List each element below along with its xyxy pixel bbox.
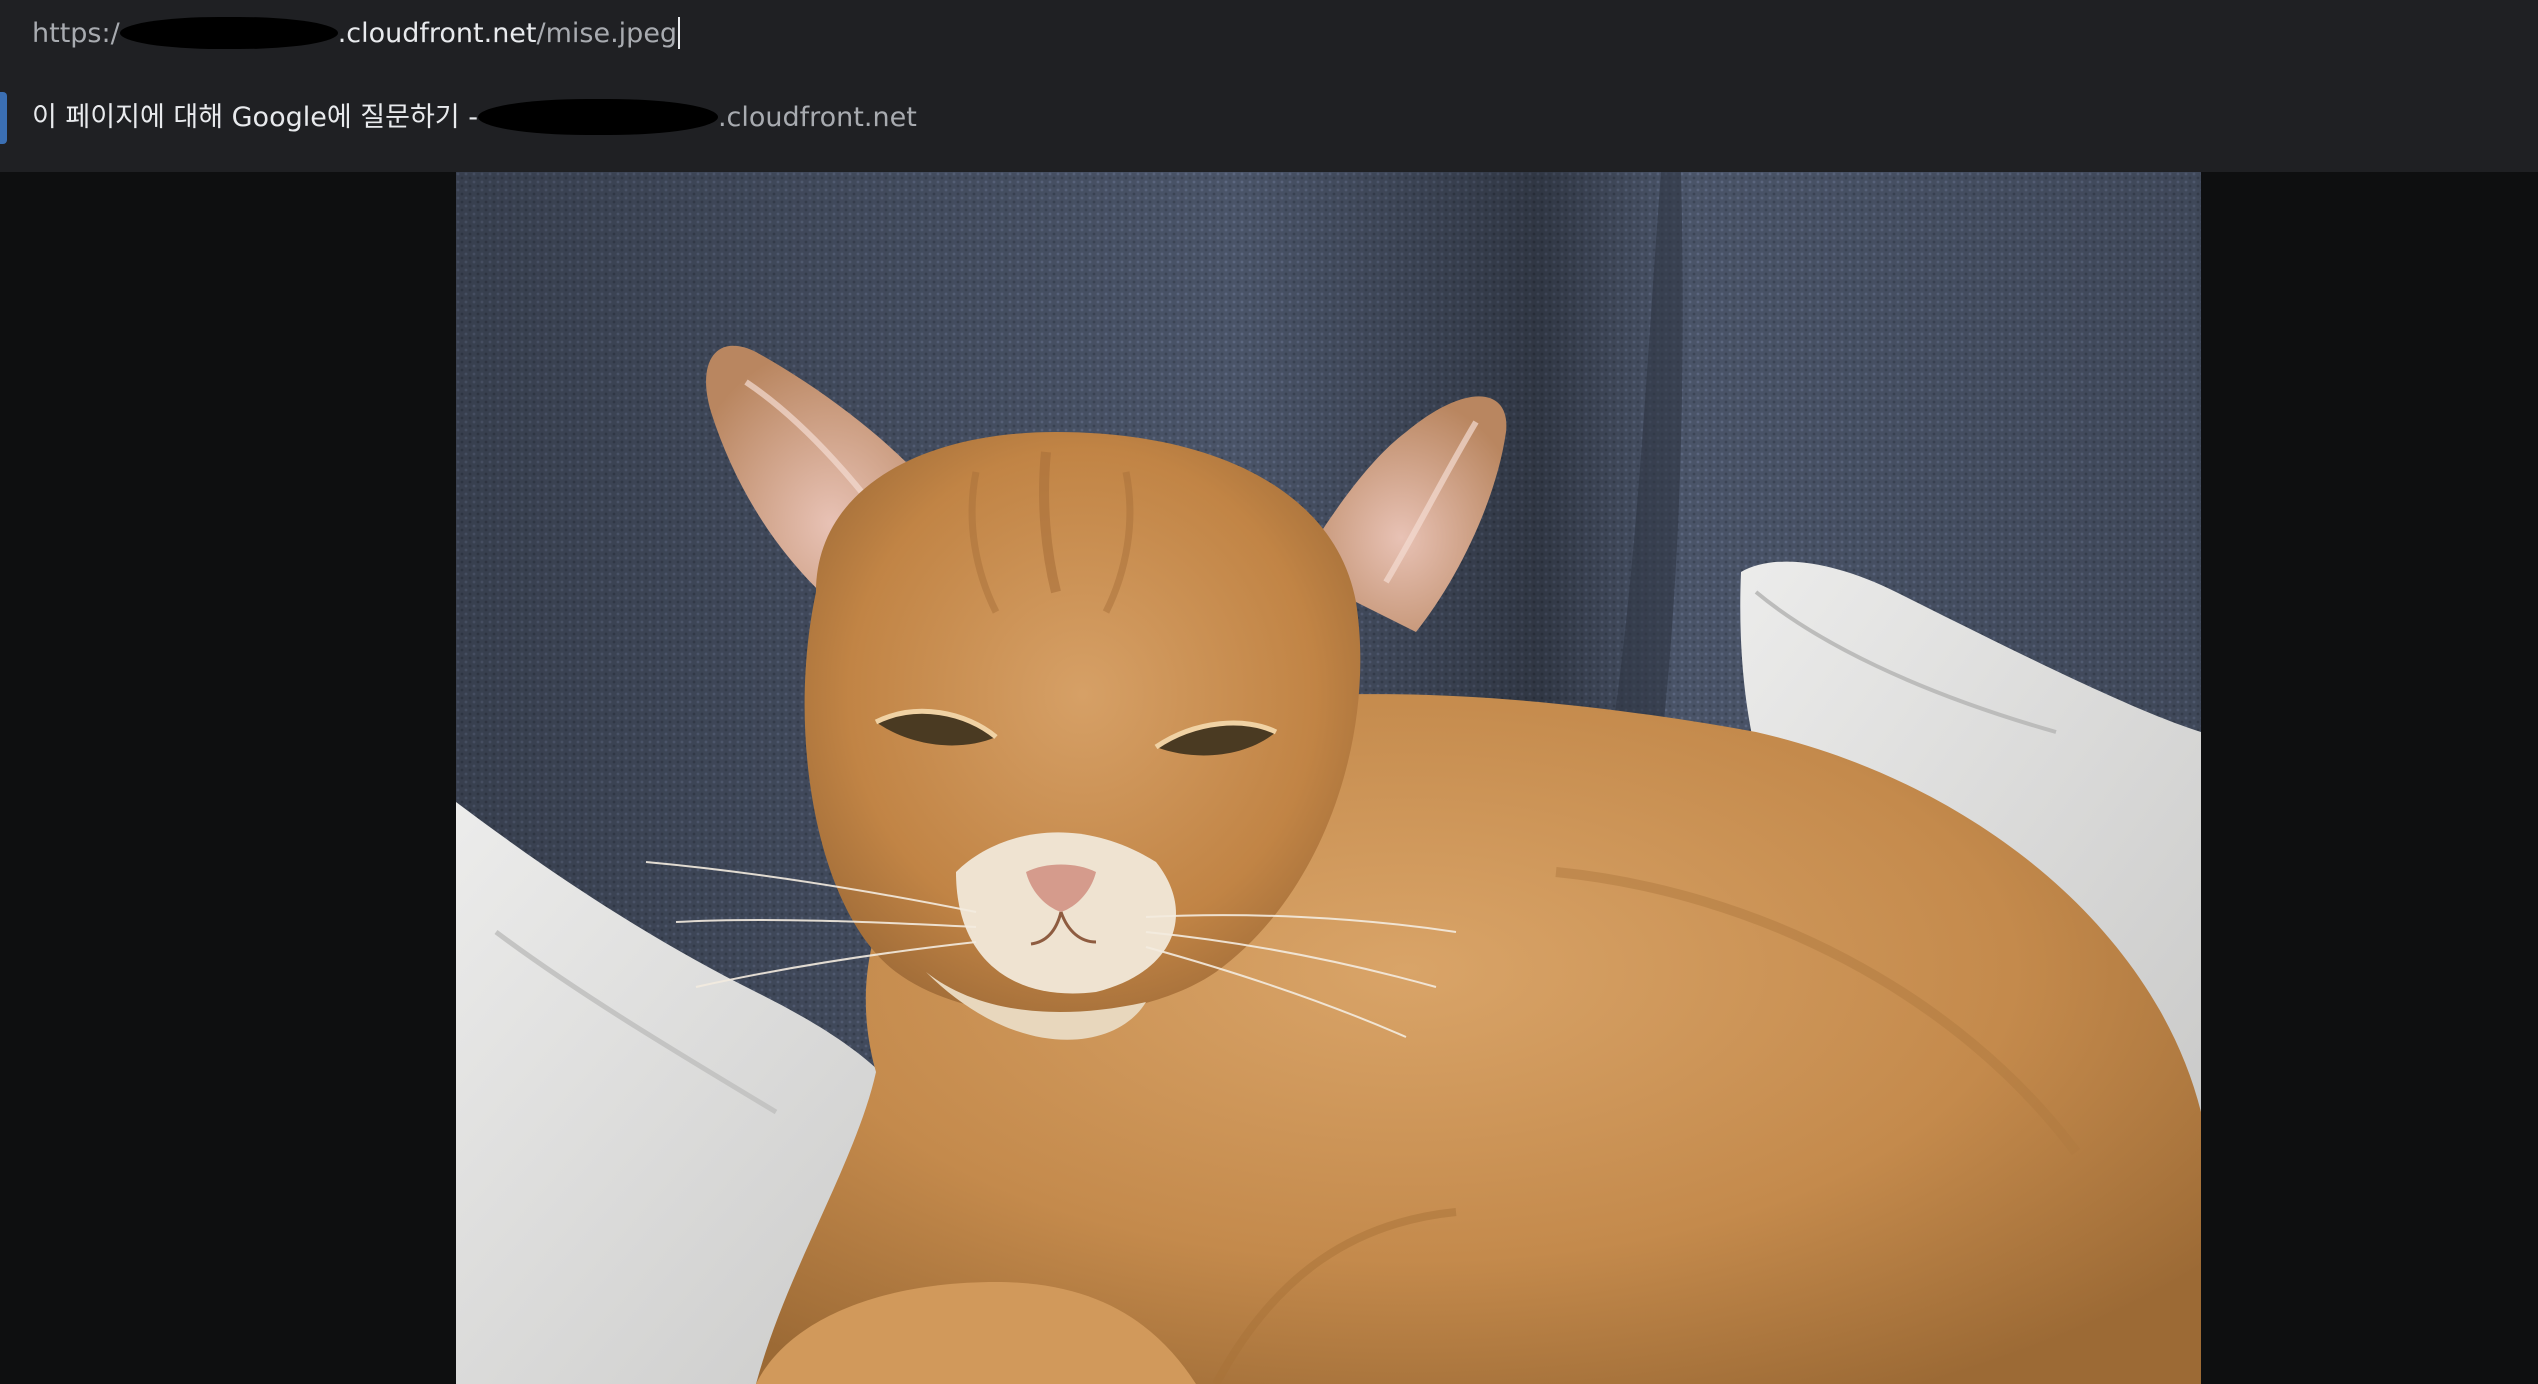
text-caret bbox=[678, 16, 681, 49]
url-path: /mise.jpeg bbox=[536, 18, 678, 49]
address-bar-input[interactable]: https:/ .cloudfront.net/mise.jpeg bbox=[32, 14, 681, 54]
suggestion-item-ask-google[interactable]: 이 페이지에 대해 Google에 질문하기 - .cloudfront.net bbox=[0, 88, 2538, 148]
address-bar[interactable]: https:/ .cloudfront.net/mise.jpeg bbox=[0, 0, 2538, 68]
redacted-domain bbox=[477, 98, 718, 135]
selection-indicator bbox=[0, 92, 7, 144]
url-scheme: https:/ bbox=[32, 18, 120, 49]
suggestion-text: 이 페이지에 대해 Google에 질문하기 - .cloudfront.net bbox=[32, 98, 917, 138]
suggestion-domain: .cloudfront.net bbox=[717, 102, 917, 133]
omnibox-dropdown: https:/ .cloudfront.net/mise.jpeg 이 페이지에 … bbox=[0, 0, 2538, 172]
image-viewer bbox=[0, 172, 2538, 1384]
url-host: .cloudfront.net bbox=[337, 18, 537, 49]
suggestion-label: 이 페이지에 대해 Google에 질문하기 - bbox=[32, 102, 478, 133]
cat-photo[interactable] bbox=[456, 172, 2201, 1384]
redacted-host bbox=[119, 16, 338, 49]
cat-photo-illustration bbox=[456, 172, 2201, 1384]
